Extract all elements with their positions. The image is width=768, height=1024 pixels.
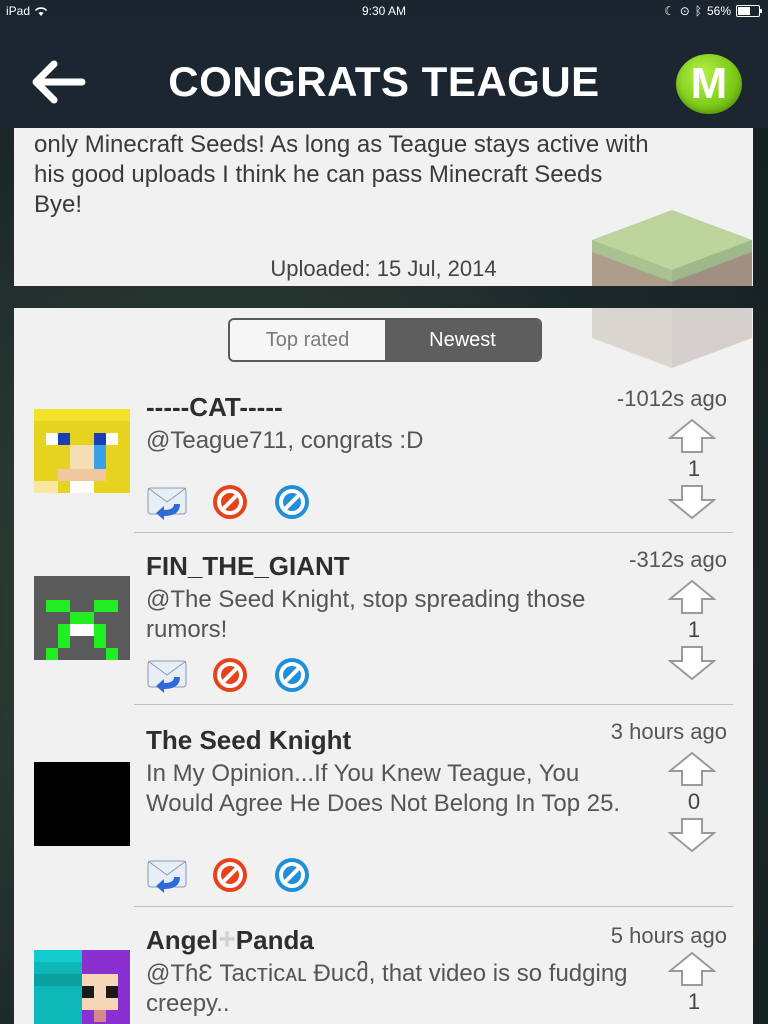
grass-block-decoration xyxy=(592,308,752,368)
status-bar: iPad 9:30 AM ☾ ⊙ ᛒ 56% xyxy=(0,0,768,22)
username-part: Panda xyxy=(235,925,314,955)
battery-percent: 56% xyxy=(706,4,731,18)
plus-icon: + xyxy=(218,923,236,956)
downvote-icon[interactable] xyxy=(668,645,716,681)
description-card: only Minecraft Seeds! As long as Teague … xyxy=(14,128,753,286)
block-icon[interactable] xyxy=(270,482,314,522)
comment-item: FIN_THE_GIANT -312s ago @The Seed Knight… xyxy=(14,533,753,705)
reply-icon[interactable] xyxy=(146,482,190,522)
report-icon[interactable] xyxy=(208,855,252,895)
comment-message: @TɦԐ Tacтicᴀʟ Đucმ, that video is so fud… xyxy=(146,960,628,1017)
avatar[interactable] xyxy=(34,575,130,661)
comment-timestamp: -312s ago xyxy=(629,547,727,572)
upvote-icon[interactable] xyxy=(668,418,716,454)
comment-message: @The Seed Knight, stop spreading those r… xyxy=(146,586,586,643)
vote-score: 0 xyxy=(687,789,701,814)
comment-actions xyxy=(146,482,314,522)
reply-icon[interactable] xyxy=(146,855,190,895)
avatar[interactable] xyxy=(34,408,130,494)
clock: 9:30 AM xyxy=(361,4,407,18)
comment-message: @Teague711, congrats :D xyxy=(146,427,424,454)
comment-item: -----CAT----- -1012s ago @Teague711, con… xyxy=(14,378,753,533)
upvote-icon[interactable] xyxy=(668,579,716,615)
vote-control: 1 xyxy=(668,579,720,681)
block-icon[interactable] xyxy=(270,655,314,695)
vote-score: 1 xyxy=(687,989,701,1014)
vote-control: 1 xyxy=(668,951,720,1017)
comment-timestamp: 3 hours ago xyxy=(610,719,727,744)
vote-score: 1 xyxy=(687,456,701,481)
upload-date: Uploaded: 15 Jul, 2014 xyxy=(270,256,497,281)
comment-username[interactable]: Angel+Panda xyxy=(146,923,314,957)
comment-actions xyxy=(146,655,314,695)
reply-icon[interactable] xyxy=(146,655,190,695)
downvote-icon[interactable] xyxy=(668,484,716,520)
comment-actions xyxy=(146,855,314,895)
sort-tabs: Top rated Newest xyxy=(228,318,542,362)
battery-icon xyxy=(736,5,762,17)
avatar[interactable] xyxy=(34,761,130,847)
tab-top-rated[interactable]: Top rated xyxy=(230,320,385,360)
report-icon[interactable] xyxy=(208,482,252,522)
block-icon[interactable] xyxy=(270,855,314,895)
downvote-icon[interactable] xyxy=(668,817,716,853)
nav-bar: CONGRATS TEAGUE M xyxy=(0,22,768,128)
upvote-icon[interactable] xyxy=(668,951,716,987)
vote-control: 0 xyxy=(668,751,720,853)
comment-message: In My Opinion...If You Knew Teague, You … xyxy=(146,760,621,817)
comment-username[interactable]: The Seed Knight xyxy=(146,725,351,756)
avatar[interactable] xyxy=(34,949,130,1024)
comment-timestamp: -1012s ago xyxy=(616,386,727,411)
comment-item: Angel+Panda 5 hours ago @TɦԐ Tacтicᴀʟ Đu… xyxy=(14,907,753,1024)
comment-username[interactable]: -----CAT----- xyxy=(146,392,283,423)
comment-timestamp: 5 hours ago xyxy=(610,923,727,948)
comment-username[interactable]: FIN_THE_GIANT xyxy=(146,551,350,582)
username-part: Angel xyxy=(146,925,219,955)
comments-card: Top rated Newest -----CAT----- -1012s ag… xyxy=(14,308,753,1024)
upvote-icon[interactable] xyxy=(668,751,716,787)
vote-control: 1 xyxy=(668,418,720,520)
page-title: CONGRATS TEAGUE xyxy=(168,58,600,105)
comment-item: The Seed Knight 3 hours ago In My Opinio… xyxy=(14,705,753,907)
report-icon[interactable] xyxy=(208,655,252,695)
tab-newest[interactable]: Newest xyxy=(385,320,540,360)
moon-icon: ☾ xyxy=(663,4,675,18)
orientation-lock-icon: ⊙ xyxy=(679,4,690,18)
description-text: only Minecraft Seeds! As long as Teague … xyxy=(34,131,649,218)
app-logo[interactable]: M xyxy=(676,54,742,114)
vote-score: 1 xyxy=(687,617,701,642)
bluetooth-icon: ᛒ xyxy=(694,4,702,18)
